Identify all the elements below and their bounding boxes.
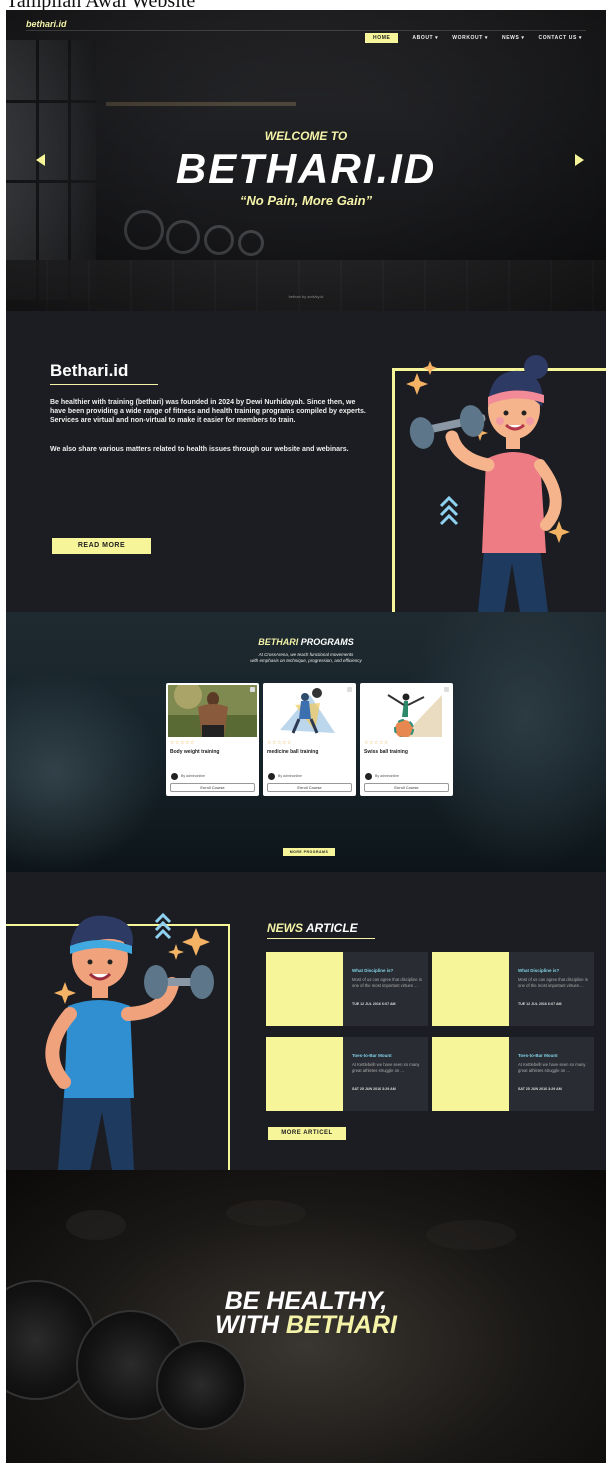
article-title[interactable]: Toes-to-Bar Mount: [352, 1053, 392, 1058]
about-paragraph-1: Be healthier with training (bethari) was…: [50, 399, 366, 424]
article-excerpt: At KettlebellI we have seen so many grea…: [518, 1062, 586, 1073]
program-card[interactable]: ☆☆☆☆☆ medicine ball training By adminonl…: [263, 683, 356, 796]
program-card-image: [168, 685, 257, 737]
program-card-image: [362, 685, 451, 737]
nav-home[interactable]: HOME: [365, 33, 399, 43]
enroll-course-button[interactable]: Enroll Course: [364, 783, 449, 792]
hero-welcome: WELCOME TO: [264, 129, 348, 143]
website-screenshot: bethari.id HOME ABOUT ▾ WORKOUT ▾ NEWS ▾…: [6, 10, 606, 1463]
program-card[interactable]: ☆☆☆☆☆ Swiss ball training By adminonline…: [360, 683, 453, 796]
article-excerpt: Most of us can agree that discipline is …: [352, 977, 422, 988]
footer-banner: BE HEALTHY, WITH BETHARI: [6, 1170, 606, 1463]
rating-stars: ☆☆☆☆☆: [364, 740, 389, 746]
news-article-card[interactable]: Toes-to-Bar Mount At KettlebellI we have…: [432, 1037, 594, 1111]
program-name[interactable]: Body weight training: [170, 749, 219, 755]
main-nav: HOME ABOUT ▾ WORKOUT ▾ NEWS ▾ CONTACT US…: [365, 33, 582, 43]
news-article-card[interactable]: What Discipline is? Most of us can agree…: [266, 952, 428, 1026]
rating-stars: ☆☆☆☆☆: [170, 740, 195, 746]
footer-headline: BE HEALTHY, WITH BETHARI: [215, 1287, 397, 1339]
program-name[interactable]: medicine ball training: [267, 749, 318, 755]
programs-section: BETHARI PROGRAMS At CrossArena, we teach…: [6, 612, 606, 872]
nav-news[interactable]: NEWS ▾: [502, 35, 525, 41]
article-thumbnail: [432, 952, 509, 1026]
bookmark-icon[interactable]: [250, 687, 255, 692]
article-title[interactable]: What Discipline is?: [352, 968, 393, 973]
read-more-button[interactable]: READ MORE: [52, 538, 151, 554]
programs-title: BETHARI PROGRAMS: [258, 637, 354, 647]
news-title: NEWS ARTICLE: [267, 921, 358, 935]
hero-credit: bethari by activity.id: [288, 294, 324, 299]
enroll-course-button[interactable]: Enroll Course: [170, 783, 255, 792]
about-section: Bethari.id Be healthier with training (b…: [6, 311, 606, 612]
hero-tagline: “No Pain, More Gain”: [239, 193, 373, 208]
news-section: NEWS ARTICLE What Discipline is? Most of…: [6, 872, 606, 1170]
rating-stars: ☆☆☆☆☆: [267, 740, 292, 746]
nav-workout[interactable]: WORKOUT ▾: [452, 35, 488, 41]
author-name: By adminonline: [278, 774, 302, 778]
about-title: Bethari.id: [50, 361, 129, 380]
article-thumbnail: [266, 952, 343, 1026]
about-underline: [50, 384, 158, 385]
site-logo[interactable]: bethari.id: [26, 19, 67, 29]
news-article-card[interactable]: Toes-to-Bar Mount At KettlebellI we have…: [266, 1037, 428, 1111]
woman-dumbbell-illustration: [406, 355, 570, 612]
author-name: By adminonline: [375, 774, 399, 778]
author-name: By adminonline: [181, 774, 205, 778]
news-underline: [267, 938, 375, 939]
header-divider: [26, 30, 586, 31]
dumbbell-plate: [156, 1340, 246, 1430]
more-programs-button[interactable]: MORE PROGRAMS: [283, 848, 335, 856]
article-excerpt: At KettlebellI we have seen so many grea…: [352, 1062, 420, 1073]
program-name[interactable]: Swiss ball training: [364, 749, 408, 755]
author-avatar: [171, 773, 178, 780]
article-title[interactable]: What Discipline is?: [518, 968, 559, 973]
article-date: TUE 12 JUL 2016 6:07 AM: [352, 1002, 396, 1006]
article-title[interactable]: Toes-to-Bar Mount: [518, 1053, 558, 1058]
article-excerpt: Most of us can agree that discipline is …: [518, 977, 588, 988]
program-card[interactable]: ☆☆☆☆☆ Body weight training By adminonlin…: [166, 683, 259, 796]
article-date: SAT 25 JUN 2016 3:29 AM: [352, 1087, 396, 1091]
hero-section: bethari.id HOME ABOUT ▾ WORKOUT ▾ NEWS ▾…: [6, 10, 606, 311]
programs-bg-glow: [6, 672, 166, 872]
about-paragraph-2: We also share various matters related to…: [50, 446, 349, 453]
bookmark-icon[interactable]: [444, 687, 449, 692]
article-thumbnail: [266, 1037, 343, 1111]
bookmark-icon[interactable]: [347, 687, 352, 692]
enroll-course-button[interactable]: Enroll Course: [267, 783, 352, 792]
article-date: TUE 12 JUL 2016 6:07 AM: [518, 1002, 562, 1006]
author-avatar: [268, 773, 275, 780]
man-dumbbell-illustration: [45, 912, 214, 1170]
article-thumbnail: [432, 1037, 509, 1111]
hero-title: BETHARI.ID: [175, 145, 437, 192]
program-card-image: [265, 685, 354, 737]
programs-subtitle: At CrossArena, we teach functional movem…: [250, 652, 362, 663]
news-article-card[interactable]: What Discipline is? Most of us can agree…: [432, 952, 594, 1026]
more-articles-button[interactable]: MORE ARTICEL: [268, 1127, 346, 1140]
figure-caption: Tampilan Awal Website: [0, 0, 606, 11]
nav-contact[interactable]: CONTACT US ▾: [538, 35, 582, 41]
author-avatar: [365, 773, 372, 780]
nav-about[interactable]: ABOUT ▾: [412, 35, 438, 41]
article-date: SAT 25 JUN 2016 3:29 AM: [518, 1087, 562, 1091]
